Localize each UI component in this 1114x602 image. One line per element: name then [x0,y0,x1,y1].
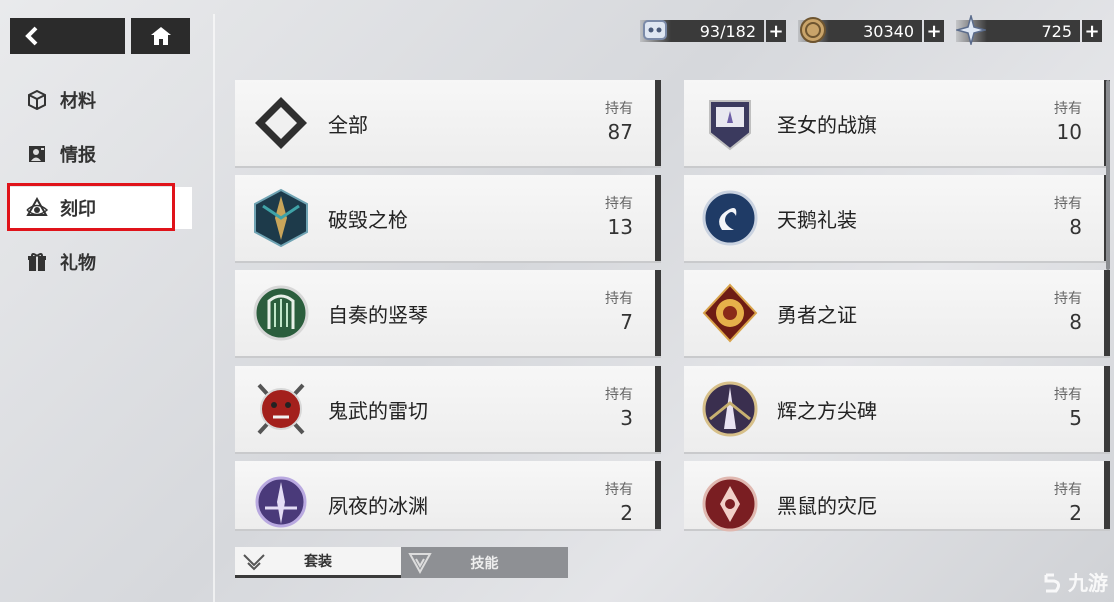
card-edge [655,366,661,452]
oni-mask-emblem-icon [251,379,311,439]
watermark: 九游 [1042,567,1108,596]
hold-label: 持有 [1054,196,1082,212]
resource-coin: 30340 + [798,17,944,43]
rat-emblem-icon [700,474,760,534]
crystal-add-button[interactable]: + [1082,20,1102,42]
card-edge [655,80,661,166]
hold-count: 8 [1069,310,1082,334]
card-name: 勇者之证 [777,302,857,327]
set-chevron-icon [243,554,265,571]
engraving-card[interactable]: 夙夜的冰渊 持有 2 [235,461,661,529]
hold-label: 持有 [1054,482,1082,498]
skill-chevron-icon [408,553,432,575]
scrollbar[interactable] [1106,80,1110,270]
home-icon [150,27,171,45]
sidebar-item-intel[interactable]: 情报 [10,133,192,175]
sidebar-item-materials[interactable]: 材料 [10,79,192,121]
stamina-add-button[interactable]: + [766,20,786,42]
sidebar-item-label: 情报 [60,145,96,166]
harp-emblem-icon [251,283,311,343]
obelisk-emblem-icon [700,379,760,439]
hold-count: 2 [620,501,633,525]
watermark-logo-icon [1044,573,1061,592]
back-button[interactable] [10,18,125,54]
tab-label: 技能 [470,555,499,572]
card-name: 破毁之枪 [328,207,408,232]
hold-label: 持有 [605,482,633,498]
hold-count: 87 [607,120,633,144]
card-name: 辉之方尖碑 [777,398,877,423]
coin-add-button[interactable]: + [924,20,944,42]
stamina-icon [643,20,667,40]
hold-count: 5 [1069,406,1082,430]
spear-emblem-icon [251,188,311,248]
home-button[interactable] [131,18,190,54]
engraving-card[interactable]: 鬼武的雷切 持有 3 [235,366,661,452]
all-diamond-icon [251,93,311,153]
back-arrow-icon [25,26,38,46]
lion-emblem-icon [700,283,760,343]
engraving-card[interactable]: 天鹅礼装 持有 8 [684,175,1110,261]
card-edge [655,461,661,529]
hold-label: 持有 [1054,291,1082,307]
hold-label: 持有 [605,196,633,212]
tab-skill[interactable]: 技能 [401,547,568,578]
hold-label: 持有 [605,387,633,403]
coin-icon [800,17,826,43]
gift-icon [26,251,48,273]
sidebar-item-label: 材料 [60,91,96,112]
ice-emblem-icon [251,474,311,534]
hold-count: 7 [620,310,633,334]
card-name: 黑鼠的灾厄 [777,493,877,518]
hold-count: 8 [1069,215,1082,239]
engraving-card[interactable]: 自奏的竖琴 持有 7 [235,270,661,356]
hold-label: 持有 [1054,387,1082,403]
profile-icon [26,143,48,165]
selection-highlight [7,183,175,231]
card-edge [655,270,661,356]
card-name: 鬼武的雷切 [328,398,428,423]
banner-emblem-icon [700,93,760,153]
engraving-card[interactable]: 破毁之枪 持有 13 [235,175,661,261]
card-name: 全部 [328,112,368,137]
sidebar-item-gifts[interactable]: 礼物 [10,241,192,283]
engraving-card[interactable]: 黑鼠的灾厄 持有 2 [684,461,1110,532]
swan-emblem-icon [700,188,760,248]
engraving-card[interactable]: 辉之方尖碑 持有 5 [684,366,1110,452]
engraving-card[interactable]: 圣女的战旗 持有 10 [684,80,1110,166]
card-edge [655,175,661,261]
card-edge [1104,366,1110,452]
card-name: 自奏的竖琴 [328,302,428,327]
crystal-icon [956,15,986,45]
hold-label: 持有 [1054,101,1082,117]
hold-count: 10 [1056,120,1082,144]
engraving-card[interactable]: 勇者之证 持有 8 [684,270,1110,356]
card-name: 天鹅礼装 [777,207,857,232]
watermark-text: 九游 [1068,571,1108,595]
card-edge [1104,270,1110,356]
cube-icon [26,89,48,111]
sidebar-divider [213,14,215,602]
sidebar-item-label: 礼物 [60,253,96,274]
tab-set[interactable]: 套装 [235,547,401,578]
resource-stamina: 93/182 + [640,19,786,43]
tab-label: 套装 [304,554,332,570]
hold-count: 3 [620,406,633,430]
card-name: 圣女的战旗 [777,112,877,137]
card-name: 夙夜的冰渊 [328,493,428,518]
hold-count: 13 [607,215,633,239]
hold-label: 持有 [605,291,633,307]
resource-crystal: 725 + [956,15,1102,45]
engraving-card[interactable]: 全部 持有 87 [235,80,661,166]
hold-count: 2 [1069,501,1082,525]
card-edge [1104,461,1110,529]
hold-label: 持有 [605,101,633,117]
